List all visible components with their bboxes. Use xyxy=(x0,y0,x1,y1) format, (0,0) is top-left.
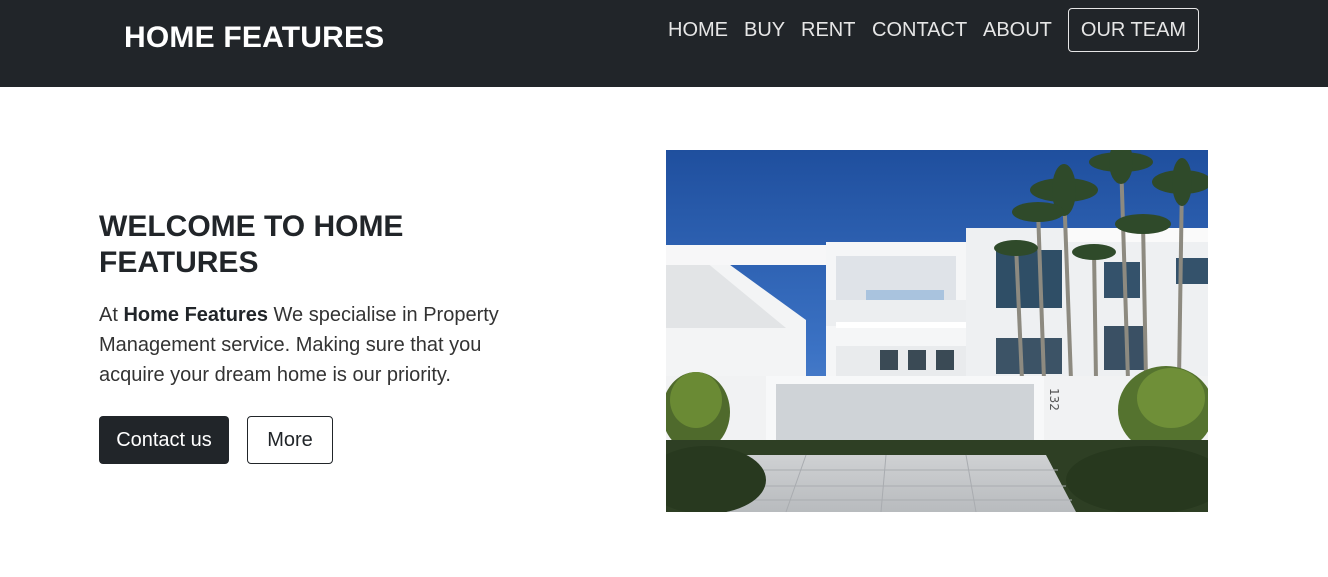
house-number: 132 xyxy=(1047,388,1061,411)
nav-link-buy[interactable]: BUY xyxy=(744,16,785,44)
nav-link-about[interactable]: ABOUT xyxy=(983,16,1052,44)
more-button[interactable]: More xyxy=(247,416,333,464)
nav-link-home[interactable]: HOME xyxy=(668,16,728,44)
hero-text-brand: Home Features xyxy=(123,304,268,326)
modern-white-villa-photo: 132 xyxy=(666,150,1208,512)
brand-logo[interactable]: HOME FEATURES xyxy=(124,20,384,56)
hero-description: At Home Features We specialise in Proper… xyxy=(99,300,519,390)
nav-link-contact[interactable]: CONTACT xyxy=(872,16,967,44)
hero-text-prefix: At xyxy=(99,304,124,326)
hero-title: WELCOME TO HOME FEATURES xyxy=(99,210,404,279)
contact-us-button[interactable]: Contact us xyxy=(99,416,229,464)
our-team-button[interactable]: OUR TEAM xyxy=(1068,8,1199,52)
nav-link-rent[interactable]: RENT xyxy=(801,16,855,44)
navbar: HOME FEATURES HOME BUY RENT CONTACT ABOU… xyxy=(0,0,1328,87)
hero-house-image: 132 xyxy=(666,150,1208,512)
